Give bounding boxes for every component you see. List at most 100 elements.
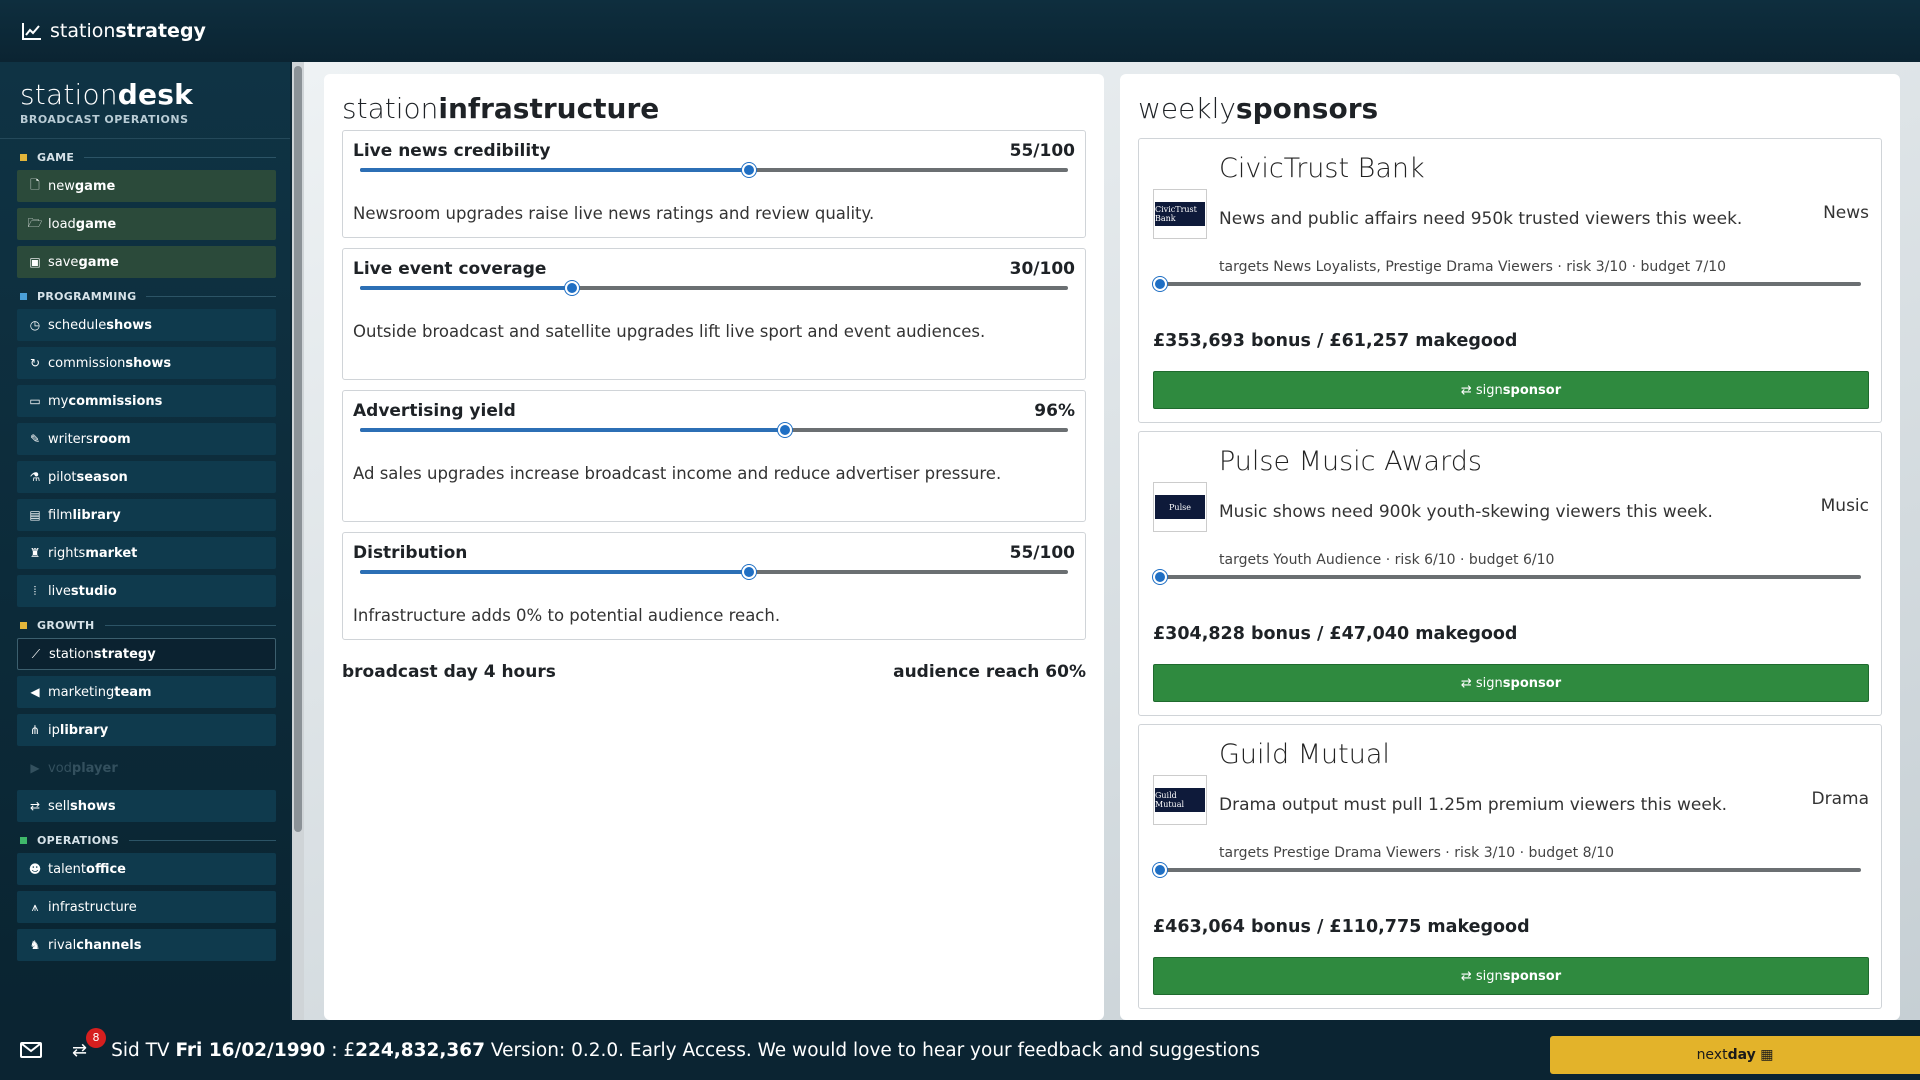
- sponsors-panel: weeklysponsors CivicTrust Bank CivicTrus…: [1120, 74, 1900, 1021]
- section-marker: [20, 622, 27, 629]
- sidebar-item-stationstrategy[interactable]: ⟋ station strategy: [17, 638, 276, 670]
- chart-line-icon: ⟋: [31, 646, 41, 661]
- megaphone-icon: ◀: [30, 685, 40, 699]
- sponsor-targets: targets Youth Audience · risk 6/10 · bud…: [1219, 552, 1555, 568]
- sidebar-item-iplibrary[interactable]: ⋔ ip library: [17, 714, 276, 746]
- sponsor-logo: Guild Mutual: [1153, 775, 1207, 825]
- infra-label: Distribution: [353, 543, 468, 563]
- infra-card: Live news credibility 55/100 Newsroom upg…: [342, 130, 1086, 238]
- brand-title: stationdesk: [20, 78, 193, 111]
- sponsor-card: Pulse Music Awards Pulse Music shows nee…: [1138, 431, 1882, 716]
- broadcast-day: broadcast day 4 hours: [342, 662, 556, 682]
- slider-knob[interactable]: [1153, 863, 1167, 877]
- scrollbar-thumb[interactable]: [294, 66, 302, 832]
- sidebar-item-infrastructure[interactable]: ⩚ infrastructure: [17, 891, 276, 923]
- sponsor-name: CivicTrust Bank: [1219, 153, 1425, 184]
- play-icon: ▶: [30, 761, 40, 775]
- refresh-icon: ↻: [29, 356, 41, 370]
- sidebar-item-sellshows[interactable]: ⇄ sell shows: [17, 790, 276, 822]
- file-icon: 🗋: [30, 177, 40, 192]
- infra-slider[interactable]: [360, 565, 1068, 579]
- section-operations: OPERATIONS: [20, 834, 276, 847]
- sponsor-slider[interactable]: [1153, 863, 1861, 877]
- infra-value: 30/100: [1009, 259, 1075, 279]
- chart-line-icon: [22, 22, 42, 40]
- top-bar: stationstrategy: [0, 0, 1920, 62]
- infra-card: Advertising yield 96% Ad sales upgrades i…: [342, 390, 1086, 522]
- sponsor-desc: Music shows need 900k youth-skewing view…: [1219, 502, 1713, 522]
- broadcast-icon: ⦙: [33, 583, 37, 598]
- sponsor-genre: News: [1823, 203, 1869, 223]
- sponsor-desc: Drama output must pull 1.25m premium vie…: [1219, 795, 1728, 815]
- slider-knob[interactable]: [565, 281, 580, 295]
- users-icon: ☻: [28, 862, 42, 876]
- infrastructure-title: stationinfrastructure: [342, 92, 660, 125]
- infra-label: Advertising yield: [353, 401, 516, 421]
- film-icon: ▤: [29, 508, 41, 522]
- sidebar-item-newgame[interactable]: 🗋 new game: [17, 170, 276, 202]
- sidebar-item-writersroom[interactable]: ✎ writers room: [17, 423, 276, 455]
- sidebar-item-pilotseason[interactable]: ⚗ pilot season: [17, 461, 276, 493]
- chess-icon: ♞: [29, 938, 41, 952]
- infra-value: 96%: [1034, 401, 1075, 421]
- sidebar-item-loadgame[interactable]: 🗁 load game: [17, 208, 276, 240]
- sponsor-slider[interactable]: [1153, 277, 1861, 291]
- sign-sponsor-button[interactable]: ⇄ sign sponsor: [1153, 957, 1869, 995]
- slider-knob[interactable]: [777, 423, 792, 437]
- sidebar-item-vodplayer: ▶ vod player: [17, 752, 276, 784]
- sign-sponsor-button[interactable]: ⇄ sign sponsor: [1153, 664, 1869, 702]
- sponsor-logo: Pulse: [1153, 482, 1207, 532]
- infra-label: Live news credibility: [353, 141, 551, 161]
- infra-card: Distribution 55/100 Infrastructure adds 0…: [342, 532, 1086, 640]
- infra-slider[interactable]: [360, 423, 1068, 437]
- infra-label: Live event coverage: [353, 259, 547, 279]
- slider-knob[interactable]: [742, 163, 757, 177]
- sidebar-item-scheduleshows[interactable]: ◷ schedule shows: [17, 309, 276, 341]
- cash-balance: 224,832,367: [355, 1039, 486, 1061]
- handshake-icon: ⇄: [72, 1039, 88, 1061]
- sidebar-item-savegame[interactable]: ▣ save game: [17, 246, 276, 278]
- infra-value: 55/100: [1009, 141, 1075, 161]
- handshake-icon: ⇄: [1460, 968, 1476, 984]
- sponsor-slider[interactable]: [1153, 570, 1861, 584]
- deals-button[interactable]: ⇄ 8: [72, 1027, 106, 1061]
- status-text: Sid TV Fri 16/02/1990 : £224,832,367 Ver…: [111, 1039, 1261, 1061]
- slider-knob[interactable]: [1153, 277, 1167, 291]
- infra-card: Live event coverage 30/100 Outside broadc…: [342, 248, 1086, 380]
- mail-icon[interactable]: [20, 1042, 42, 1058]
- section-game: GAME: [20, 151, 276, 164]
- handshake-icon: ⇄: [1460, 382, 1476, 398]
- sidebar-item-rightsmarket[interactable]: ♜ rights market: [17, 537, 276, 569]
- floppy-icon: ▣: [29, 255, 41, 269]
- infra-desc: Outside broadcast and satellite upgrades…: [353, 322, 986, 341]
- version-message: Version: 0.2.0. Early Access. We would l…: [490, 1039, 1261, 1061]
- sponsor-targets: targets Prestige Drama Viewers · risk 3/…: [1219, 845, 1615, 861]
- section-marker: [20, 154, 27, 161]
- sidebar-item-filmlibrary[interactable]: ▤ film library: [17, 499, 276, 531]
- sidebar: stationdesk BROADCAST OPERATIONS GAME 🗋 n…: [0, 62, 290, 1020]
- handshake-icon: ⇄: [1460, 675, 1476, 691]
- slider-knob[interactable]: [742, 565, 757, 579]
- next-day-button[interactable]: next day ▦: [1550, 1036, 1920, 1074]
- sponsor-card: Guild Mutual Guild Mutual Drama output m…: [1138, 724, 1882, 1009]
- sidebar-item-talentoffice[interactable]: ☻ talent office: [17, 853, 276, 885]
- sidebar-item-mycommissions[interactable]: ▭ my commissions: [17, 385, 276, 417]
- app-title: stationstrategy: [50, 20, 206, 42]
- sidebar-item-commissionshows[interactable]: ↻ commission shows: [17, 347, 276, 379]
- pen-icon: ✎: [29, 432, 41, 446]
- sidebar-item-rivalchannels[interactable]: ♞ rival channels: [17, 929, 276, 961]
- sponsor-name: Guild Mutual: [1219, 739, 1390, 770]
- clock-icon: ◷: [29, 318, 41, 332]
- sidebar-item-livestudio[interactable]: ⦙ live studio: [17, 575, 276, 607]
- sponsor-bonus: £463,064 bonus / £110,775 makegood: [1153, 917, 1530, 937]
- infra-value: 55/100: [1009, 543, 1075, 563]
- sidebar-item-marketingteam[interactable]: ◀ marketing team: [17, 676, 276, 708]
- sign-sponsor-button[interactable]: ⇄ sign sponsor: [1153, 371, 1869, 409]
- slider-knob[interactable]: [1153, 570, 1167, 584]
- sidebar-scrollbar[interactable]: [292, 62, 304, 1020]
- game-date: Fri 16/02/1990: [175, 1039, 326, 1061]
- infra-desc: Infrastructure adds 0% to potential audi…: [353, 606, 781, 625]
- infra-slider[interactable]: [360, 163, 1068, 177]
- infra-slider[interactable]: [360, 281, 1068, 295]
- section-marker: [20, 293, 27, 300]
